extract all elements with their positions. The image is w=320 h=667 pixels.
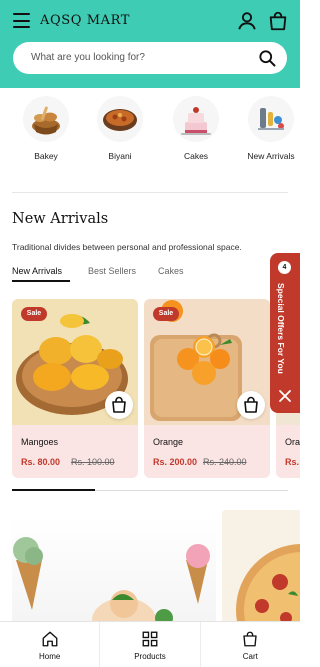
product-old-price: Rs. 240.00 bbox=[203, 457, 247, 467]
category-label: Biyani bbox=[108, 151, 132, 161]
ice-cream-banner[interactable] bbox=[12, 516, 216, 626]
category-label: Bakey bbox=[34, 151, 58, 161]
pizza-banner[interactable] bbox=[222, 510, 300, 626]
bag-icon[interactable] bbox=[267, 10, 289, 32]
product-name: Ora bbox=[285, 437, 300, 447]
close-icon[interactable] bbox=[278, 389, 292, 403]
add-to-cart-button[interactable] bbox=[105, 391, 133, 419]
special-offers-label: Special Offers For You bbox=[276, 283, 286, 374]
nav-label: Cart bbox=[242, 652, 258, 661]
nav-home[interactable]: Home bbox=[0, 622, 101, 667]
search-input[interactable]: What are you looking for? bbox=[31, 52, 145, 63]
section-title: New Arrivals bbox=[12, 211, 109, 227]
cake-icon bbox=[173, 96, 219, 142]
category-bakey[interactable]: Bakey bbox=[14, 92, 78, 161]
bag-icon bbox=[244, 396, 258, 413]
grid-icon bbox=[142, 631, 158, 647]
sale-badge: Sale bbox=[21, 307, 47, 321]
bag-icon bbox=[243, 631, 257, 647]
carousel-scroll-indicator bbox=[12, 489, 95, 491]
new-arrivals-icon bbox=[248, 96, 294, 142]
category-label: Cakes bbox=[183, 151, 209, 161]
bread-basket-icon bbox=[23, 96, 69, 142]
nav-label: Home bbox=[38, 652, 61, 661]
user-icon[interactable] bbox=[236, 10, 258, 32]
product-card-orange[interactable]: Sale Orange Rs. 200.00 Rs. 240.00 bbox=[144, 299, 270, 478]
search-bar[interactable]: What are you looking for? bbox=[13, 42, 287, 74]
bag-icon bbox=[112, 396, 126, 413]
product-name: Mangoes bbox=[21, 437, 59, 447]
biryani-bowl-icon bbox=[97, 96, 143, 142]
product-price: Rs. bbox=[285, 457, 300, 467]
offers-count-badge: 4 bbox=[278, 261, 291, 274]
tab-best-sellers[interactable]: Best Sellers bbox=[88, 266, 136, 276]
search-icon[interactable] bbox=[257, 48, 277, 68]
menu-icon[interactable] bbox=[13, 13, 30, 28]
nav-cart[interactable]: Cart bbox=[201, 622, 300, 667]
special-offers-tab[interactable]: 4 Special Offers For You bbox=[270, 253, 300, 413]
section-divider bbox=[12, 192, 288, 193]
tab-cakes[interactable]: Cakes bbox=[158, 266, 184, 276]
section-subtitle: Traditional divides between personal and… bbox=[12, 242, 242, 252]
category-label: New Arrivals bbox=[247, 151, 295, 161]
tab-new-arrivals[interactable]: New Arrivals bbox=[12, 266, 62, 276]
nav-label: Products bbox=[134, 652, 166, 661]
sale-badge: Sale bbox=[153, 307, 179, 321]
add-to-cart-button[interactable] bbox=[237, 391, 265, 419]
bottom-nav: Home Products Cart bbox=[0, 621, 300, 667]
nav-products[interactable]: Products bbox=[100, 622, 201, 667]
top-header: AQSQ MART What are you looking for? bbox=[0, 0, 300, 88]
category-strip: Bakey Biyani Cakes New Arrivals bbox=[0, 92, 300, 172]
category-new-arrivals[interactable]: New Arrivals bbox=[239, 92, 303, 161]
home-icon bbox=[42, 631, 58, 647]
category-biyani[interactable]: Biyani bbox=[88, 92, 152, 161]
product-old-price: Rs. 100.00 bbox=[71, 457, 115, 467]
product-price: Rs. 80.00 bbox=[21, 457, 61, 467]
category-cakes[interactable]: Cakes bbox=[164, 92, 228, 161]
active-tab-indicator bbox=[12, 280, 70, 282]
carousel-scroll-track bbox=[12, 489, 288, 491]
product-price: Rs. 200.00 bbox=[153, 457, 198, 467]
product-name: Orange bbox=[153, 437, 184, 447]
product-card-mangoes[interactable]: Sale Mangoes Rs. 80.00 Rs. 100.00 bbox=[12, 299, 138, 478]
brand-title[interactable]: AQSQ MART bbox=[40, 13, 130, 28]
